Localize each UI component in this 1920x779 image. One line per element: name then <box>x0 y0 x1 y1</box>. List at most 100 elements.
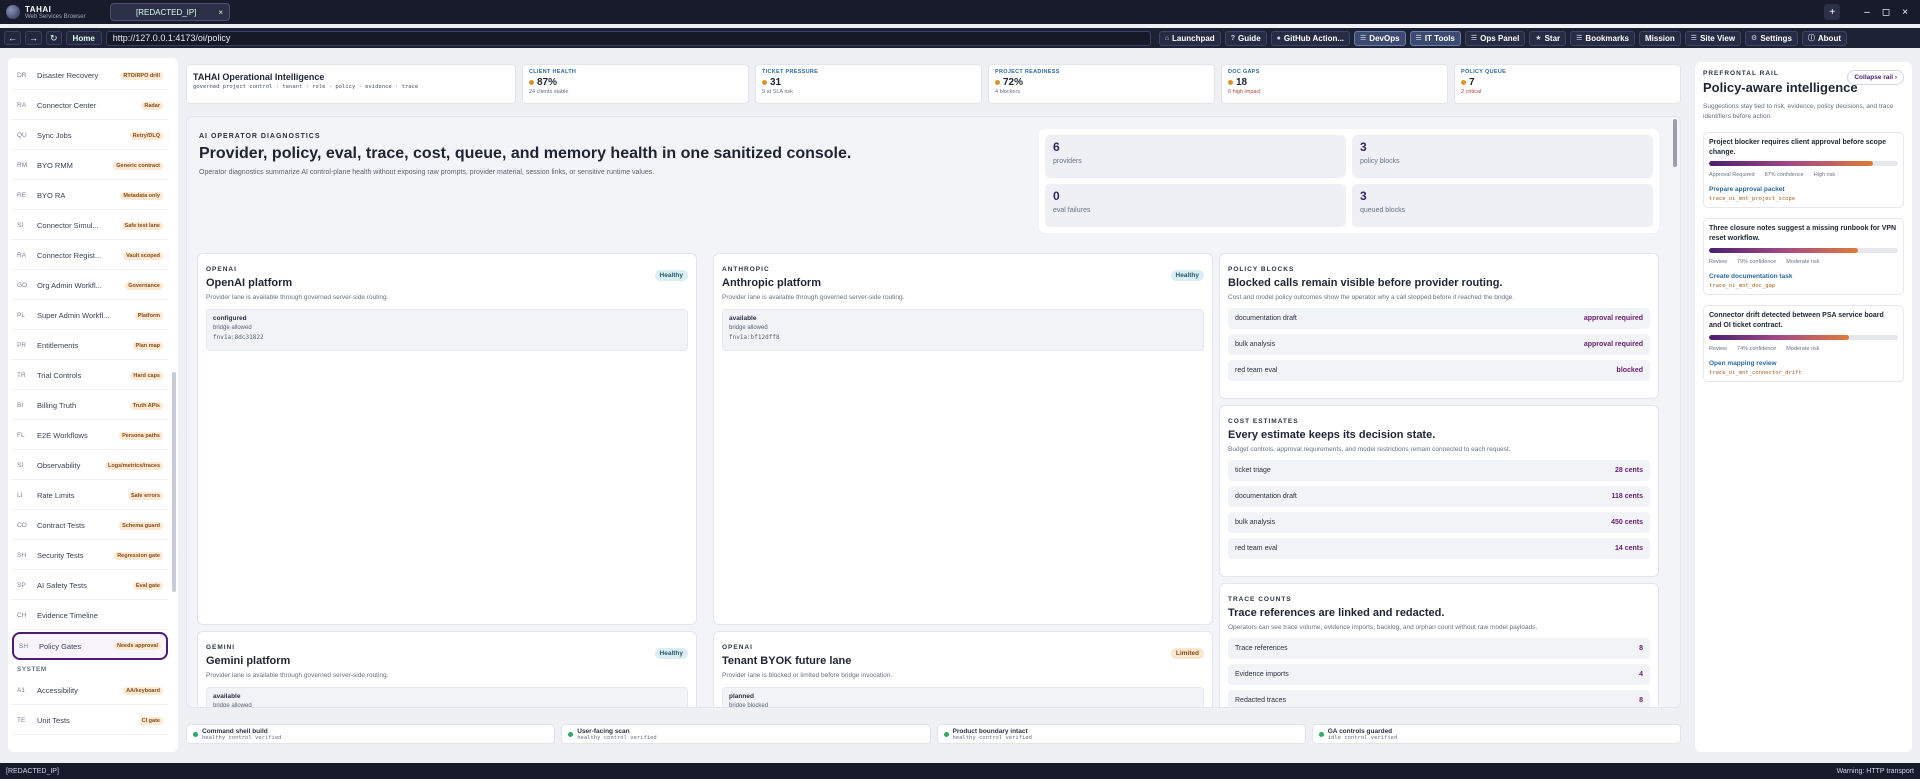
trace-counts-panel: TRACE COUNTS Trace references are linked… <box>1219 583 1659 707</box>
sidebar-item-abbr: A1 <box>17 687 25 694</box>
toolbar-button-bookmarks[interactable]: ☰ Bookmarks <box>1570 30 1635 46</box>
forward-icon[interactable]: → <box>25 31 42 45</box>
home-button[interactable]: Home <box>65 31 102 45</box>
sidebar-item-abbr: RE <box>17 192 27 199</box>
toolbar-button-ops-panel[interactable]: ☰ Ops Panel <box>1464 30 1526 46</box>
collapse-rail-button[interactable]: Collapse rail › <box>1847 70 1904 85</box>
sidebar-item-super-admin-workfl[interactable]: PL Super Admin Workfl... Platform <box>12 302 168 330</box>
toolbar-button-site-view[interactable]: ☰ Site View <box>1684 30 1742 46</box>
sidebar-item-abbr: RA <box>17 102 27 109</box>
stat-number: 6 <box>1053 140 1060 154</box>
sidebar-item-label: Connector Regist... <box>37 251 102 260</box>
hero-title: Provider, policy, eval, trace, cost, que… <box>199 145 852 162</box>
sidebar-item-billing-truth[interactable]: BI Billing Truth Truth APIs <box>12 392 168 420</box>
provider-description: Provider lane is available through gover… <box>722 294 905 301</box>
health-footer-item: Product boundary intact healthy control v… <box>936 724 1306 744</box>
sidebar-item-disaster-recovery[interactable]: DR Disaster Recovery RTO/RPO drill <box>12 62 168 90</box>
provider-status-badge: Healthy <box>654 648 688 659</box>
hero-description: Operator diagnostics summarize AI contro… <box>199 169 655 176</box>
sidebar-item-sync-jobs[interactable]: QU Sync Jobs Retry/DLQ <box>12 122 168 150</box>
sidebar-item-label: Billing Truth <box>37 401 77 410</box>
toolbar-button-star[interactable]: ★ Star <box>1529 30 1567 46</box>
kpi-sub: 6 high impact <box>1228 89 1261 95</box>
toolbar-button-about[interactable]: ⓘ About <box>1801 30 1847 46</box>
content-scrollbar[interactable] <box>1673 119 1677 705</box>
sidebar-item-org-admin-workfl[interactable]: GO Org Admin Workfl... Governance <box>12 272 168 300</box>
suggestion-action-link[interactable]: Open mapping review <box>1709 360 1898 367</box>
sidebar-item-unit-tests[interactable]: TE Unit Tests CI gate <box>12 707 168 735</box>
sidebar-scrollbar[interactable] <box>172 62 176 748</box>
sidebar-item-abbr: QU <box>17 132 27 139</box>
provider-description: Provider lane is available through gover… <box>206 294 389 301</box>
sidebar-item-byo-ra[interactable]: RE BYO RA Metadata only <box>12 182 168 210</box>
toolbar-button-github-action[interactable]: ● GitHub Action... <box>1270 30 1351 46</box>
back-icon[interactable]: ← <box>4 31 21 45</box>
status-bar: [REDACTED_IP] Warning: HTTP transport <box>0 763 1920 779</box>
suggestion-trace-id: trace_oi_mnt_project_scope <box>1709 196 1796 203</box>
provider-state-box: available bridge allowed <box>206 687 688 707</box>
sidebar-item-byo-rmm[interactable]: RM BYO RMM Generic contract <box>12 152 168 180</box>
maximize-icon[interactable]: ◻ <box>1882 7 1890 18</box>
status-ok-dot-icon <box>943 731 949 737</box>
sidebar-item-accessibility[interactable]: A1 Accessibility AA/keyboard <box>12 677 168 705</box>
reload-icon[interactable]: ↻ <box>46 31 62 45</box>
kpi-card: DOC GAPS 18 6 high impact <box>1221 64 1448 104</box>
toolbar-button-label: Mission <box>1645 33 1675 43</box>
sidebar-item-contract-tests[interactable]: CO Contract Tests Schema guard <box>12 512 168 540</box>
sidebar-item-connector-center[interactable]: RA Connector Center Radar <box>12 92 168 120</box>
kpi-value: 87% <box>537 77 558 88</box>
toolbar-icon: ★ <box>1535 35 1542 42</box>
toolbar-button-it-tools[interactable]: ☰ IT Tools <box>1409 30 1461 46</box>
toolbar-button-settings[interactable]: ⚙ Settings <box>1745 30 1798 46</box>
sidebar-item-trial-controls[interactable]: TR Trial Controls Hard caps <box>12 362 168 390</box>
minimize-icon[interactable]: – <box>1864 7 1870 18</box>
sidebar-item-entitlements[interactable]: PR Entitlements Plan map <box>12 332 168 360</box>
suggestion-action-link[interactable]: Prepare approval packet <box>1709 186 1898 193</box>
sidebar-item-abbr: SP <box>17 582 26 589</box>
toolbar-icon: ● <box>1276 34 1281 42</box>
sidebar-item-e2e-workflows[interactable]: FL E2E Workflows Persona paths <box>12 422 168 450</box>
policy-blocks-rows: documentation draft approval required bulk… <box>1228 308 1650 381</box>
kpi-value: 72% <box>1003 77 1024 88</box>
sidebar-item-label: E2E Workflows <box>37 431 88 440</box>
new-tab-icon[interactable]: + <box>1824 4 1841 20</box>
toolbar-button-mission[interactable]: Mission <box>1639 30 1681 46</box>
sidebar-item-abbr: GO <box>17 282 28 289</box>
toolbar-button-devops[interactable]: ☰ DevOps <box>1354 30 1406 46</box>
toolbar-icon: ☰ <box>1360 35 1367 42</box>
sidebar-item-ai-safety-tests[interactable]: SP AI Safety Tests Eval gate <box>12 572 168 600</box>
sidebar-item-label: Unit Tests <box>37 716 70 725</box>
tab-close-icon[interactable]: × <box>218 8 223 17</box>
provider-eyebrow: OPENAI <box>722 644 753 651</box>
toolbar-button-label: Launchpad <box>1172 33 1215 43</box>
kpi-sub: 4 blockers <box>995 89 1021 95</box>
browser-tab[interactable]: [REDACTED_IP] × <box>110 3 230 21</box>
suggestion-title: Connector drift detected between PSA ser… <box>1709 311 1884 329</box>
sidebar-item-badge: Governance <box>125 281 163 290</box>
suggestion-title: Project blocker requires client approval… <box>1709 138 1887 156</box>
toolbar-button-guide[interactable]: ? Guide <box>1224 30 1267 46</box>
page-subtitle: governed project control · tenant · role… <box>193 84 419 90</box>
health-footer-sub: healthy control verified <box>952 734 1032 741</box>
sidebar-item-evidence-timeline[interactable]: CH Evidence Timeline <box>12 602 168 630</box>
address-bar[interactable]: http://127.0.0.1:4173/oi/policy <box>105 30 1151 46</box>
trace-counts-eyebrow: TRACE COUNTS <box>1228 596 1292 603</box>
sidebar-item-security-tests[interactable]: SH Security Tests Regression gate <box>12 542 168 570</box>
sidebar-item-policy-gates[interactable]: SH Policy Gates Needs approval <box>12 632 168 660</box>
close-window-icon[interactable]: × <box>1902 7 1908 18</box>
sidebar-item-rate-limits[interactable]: LI Rate Limits Safe errors <box>12 482 168 510</box>
toolbar-icon: ⚙ <box>1751 35 1758 42</box>
toolbar-button-launchpad[interactable]: ⌂ Launchpad <box>1158 30 1221 46</box>
cost-estimates-row: documentation draft 118 cents <box>1228 486 1650 507</box>
confidence-bar-fill <box>1709 247 1859 253</box>
sidebar-item-observability[interactable]: SI Observability Logs/metrics/traces <box>12 452 168 480</box>
sidebar-item-badge: Logs/metrics/traces <box>105 461 163 470</box>
provider-state: planned <box>729 693 754 700</box>
sidebar-item-connector-regist[interactable]: RA Connector Regist... Vault scoped <box>12 242 168 270</box>
sidebar-item-badge: Plan map <box>132 341 163 350</box>
status-left: [REDACTED_IP] <box>6 767 59 775</box>
suggestion-action-link[interactable]: Create documentation task <box>1709 273 1898 280</box>
sidebar-item-connector-simul[interactable]: SI Connector Simul... Safe test lane <box>12 212 168 240</box>
toolbar-button-label: Site View <box>1700 33 1736 43</box>
sidebar-item-label: Accessibility <box>37 686 78 695</box>
